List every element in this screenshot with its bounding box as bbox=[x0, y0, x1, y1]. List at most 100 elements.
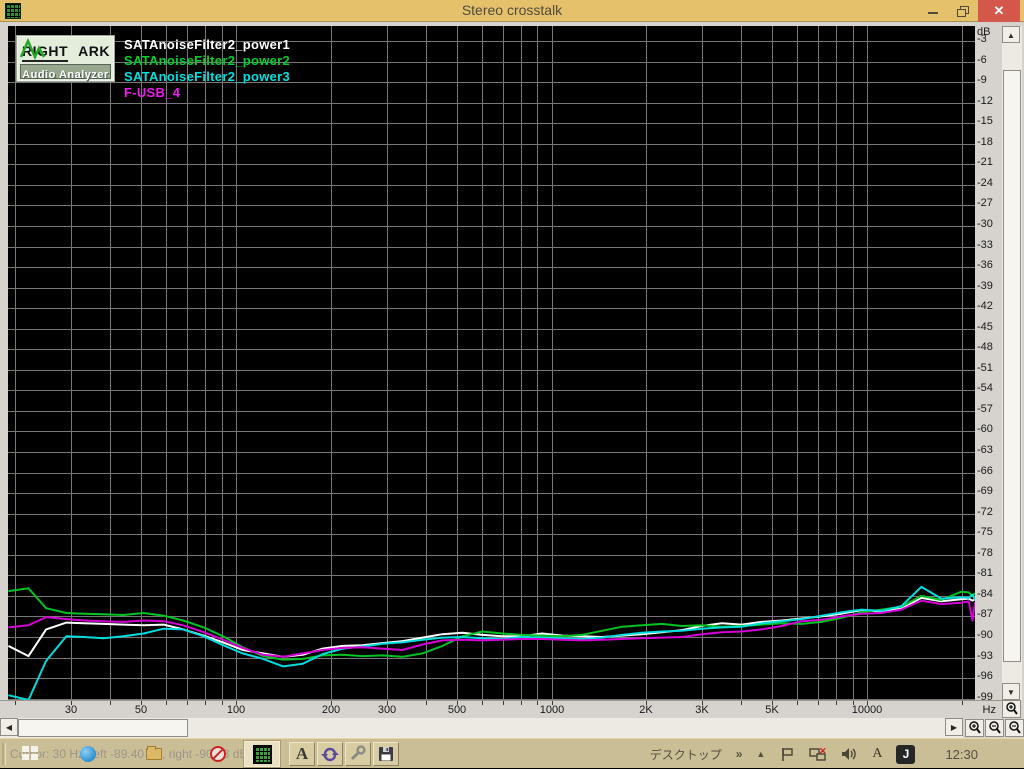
toolbar-chevron[interactable]: » bbox=[736, 747, 743, 761]
zoom-out-x-button[interactable] bbox=[985, 719, 1004, 737]
db-tick-label: -12 bbox=[977, 95, 993, 107]
db-tick-label: -96 bbox=[977, 670, 993, 682]
zoom-in-x-button[interactable] bbox=[965, 719, 984, 737]
scroll-up-button[interactable]: ▲ bbox=[1002, 26, 1020, 43]
db-tick-label: -66 bbox=[977, 465, 993, 477]
desktop-toolbar-label[interactable]: デスクトップ bbox=[650, 746, 722, 763]
db-tick-label: -36 bbox=[977, 259, 993, 271]
vertical-scroll-thumb[interactable] bbox=[1003, 70, 1021, 662]
magnifier-minus-icon bbox=[1008, 721, 1022, 735]
window-title: Stereo crosstalk bbox=[0, 2, 1024, 18]
db-tick-label: -24 bbox=[977, 177, 993, 189]
ime-mode-icon[interactable]: J bbox=[896, 745, 915, 764]
settings-button[interactable] bbox=[345, 742, 371, 766]
freq-tick-label: 1000 bbox=[540, 704, 564, 716]
zoom-in-y-button[interactable] bbox=[1002, 700, 1021, 718]
floppy-disk-icon bbox=[377, 745, 395, 763]
db-tick-label: -6 bbox=[977, 54, 987, 66]
db-tick-label: -45 bbox=[977, 321, 993, 333]
freq-tick bbox=[426, 701, 427, 705]
refresh-icon bbox=[321, 745, 339, 763]
close-button[interactable]: ✕ bbox=[978, 0, 1020, 22]
db-tick-label: -3 bbox=[977, 33, 987, 45]
rmaa-app-icon bbox=[253, 745, 272, 764]
horizontal-scrollbar[interactable]: ◀ ▶ bbox=[0, 718, 963, 738]
db-tick-label: -72 bbox=[977, 506, 993, 518]
action-center-flag-icon[interactable] bbox=[779, 746, 795, 762]
file-explorer-icon[interactable] bbox=[146, 748, 162, 760]
font-button[interactable]: A bbox=[289, 742, 315, 766]
freq-tick bbox=[962, 701, 963, 705]
zoom-out-y-button[interactable] bbox=[1005, 719, 1024, 737]
scroll-right-button[interactable]: ▶ bbox=[945, 718, 963, 736]
vertical-scrollbar[interactable]: ▲ ▼ bbox=[1002, 26, 1022, 700]
freq-tick-label: 100 bbox=[227, 704, 245, 716]
taskbar-clock[interactable]: 12:30 bbox=[945, 747, 978, 762]
start-button-icon[interactable] bbox=[22, 746, 38, 762]
freq-tick bbox=[836, 701, 837, 705]
volume-icon[interactable] bbox=[841, 746, 858, 762]
freq-tick bbox=[537, 701, 538, 705]
series-curve-SATAnoiseFilter2_power1 bbox=[8, 598, 975, 657]
blocked-app-icon[interactable] bbox=[210, 746, 226, 762]
refresh-button[interactable] bbox=[317, 742, 343, 766]
freq-tick bbox=[110, 701, 111, 705]
active-app-taskbar-button[interactable] bbox=[244, 741, 280, 767]
hz-unit-label: Hz bbox=[983, 704, 996, 716]
freq-tick-label: 200 bbox=[322, 704, 340, 716]
freq-tick bbox=[482, 701, 483, 705]
network-error-icon[interactable]: ✕ bbox=[809, 746, 827, 762]
restore-button[interactable] bbox=[950, 0, 976, 22]
legend-entry: SATAnoiseFilter2_power3 bbox=[124, 69, 290, 85]
db-tick-label: -69 bbox=[977, 485, 993, 497]
rightmark-logo: RIGHT ARK Audio Analyzer bbox=[16, 35, 115, 82]
taskbar-app-icon-blue[interactable] bbox=[80, 746, 96, 762]
freq-tick bbox=[503, 701, 504, 705]
freq-tick-label: 2K bbox=[639, 704, 652, 716]
legend-entry: SATAnoiseFilter2_power2 bbox=[124, 53, 290, 69]
logo-text-ark: ARK bbox=[78, 43, 110, 59]
freq-tick bbox=[797, 701, 798, 705]
plot-area[interactable]: RIGHT ARK Audio Analyzer SATAnoiseFilter… bbox=[8, 26, 975, 700]
minimize-icon bbox=[928, 12, 938, 14]
freq-tick-label: 30 bbox=[65, 704, 77, 716]
scroll-left-button[interactable]: ◀ bbox=[0, 718, 18, 736]
minimize-button[interactable] bbox=[920, 0, 946, 22]
taskbar-grip[interactable] bbox=[2, 743, 6, 765]
db-tick-label: -54 bbox=[977, 382, 993, 394]
series-legend: SATAnoiseFilter2_power1SATAnoiseFilter2_… bbox=[124, 37, 290, 101]
db-tick-label: -81 bbox=[977, 567, 993, 579]
db-tick-label: -42 bbox=[977, 300, 993, 312]
svg-text:✕: ✕ bbox=[819, 746, 827, 756]
series-curve-SATAnoiseFilter2_power2 bbox=[8, 588, 975, 659]
db-tick-label: -51 bbox=[977, 362, 993, 374]
db-tick-label: -90 bbox=[977, 629, 993, 641]
freq-tick-label: 50 bbox=[135, 704, 147, 716]
save-button[interactable] bbox=[373, 742, 399, 766]
db-tick-label: -87 bbox=[977, 608, 993, 620]
db-tick-label: -78 bbox=[977, 547, 993, 559]
crosstalk-chart[interactable] bbox=[8, 26, 975, 700]
series-curve-F-USB_4 bbox=[8, 601, 975, 657]
magnifier-minus-icon bbox=[988, 721, 1002, 735]
db-tick-label: -84 bbox=[977, 588, 993, 600]
db-tick-label: -9 bbox=[977, 74, 987, 86]
db-tick-label: -33 bbox=[977, 239, 993, 251]
frequency-axis: Hz 305010020030050010002K3K5K10000 bbox=[0, 700, 1002, 718]
magnifier-plus-icon bbox=[1005, 702, 1019, 716]
magnifier-plus-icon bbox=[968, 721, 982, 735]
freq-tick bbox=[222, 701, 223, 705]
show-hidden-icons-button[interactable]: ▲ bbox=[756, 749, 765, 759]
db-tick-label: -63 bbox=[977, 444, 993, 456]
freq-tick-label: 500 bbox=[448, 704, 466, 716]
freq-tick bbox=[187, 701, 188, 705]
horizontal-scroll-thumb[interactable] bbox=[18, 719, 188, 737]
wrench-icon bbox=[349, 745, 367, 763]
db-tick-label: -18 bbox=[977, 136, 993, 148]
logo-waveform-icon bbox=[20, 38, 50, 60]
ime-language-indicator[interactable]: A bbox=[872, 746, 882, 762]
db-tick-label: -21 bbox=[977, 156, 993, 168]
scroll-down-button[interactable]: ▼ bbox=[1002, 683, 1020, 700]
freq-tick-label: 3K bbox=[695, 704, 708, 716]
logo-subtitle: Audio Analyzer bbox=[22, 69, 109, 81]
